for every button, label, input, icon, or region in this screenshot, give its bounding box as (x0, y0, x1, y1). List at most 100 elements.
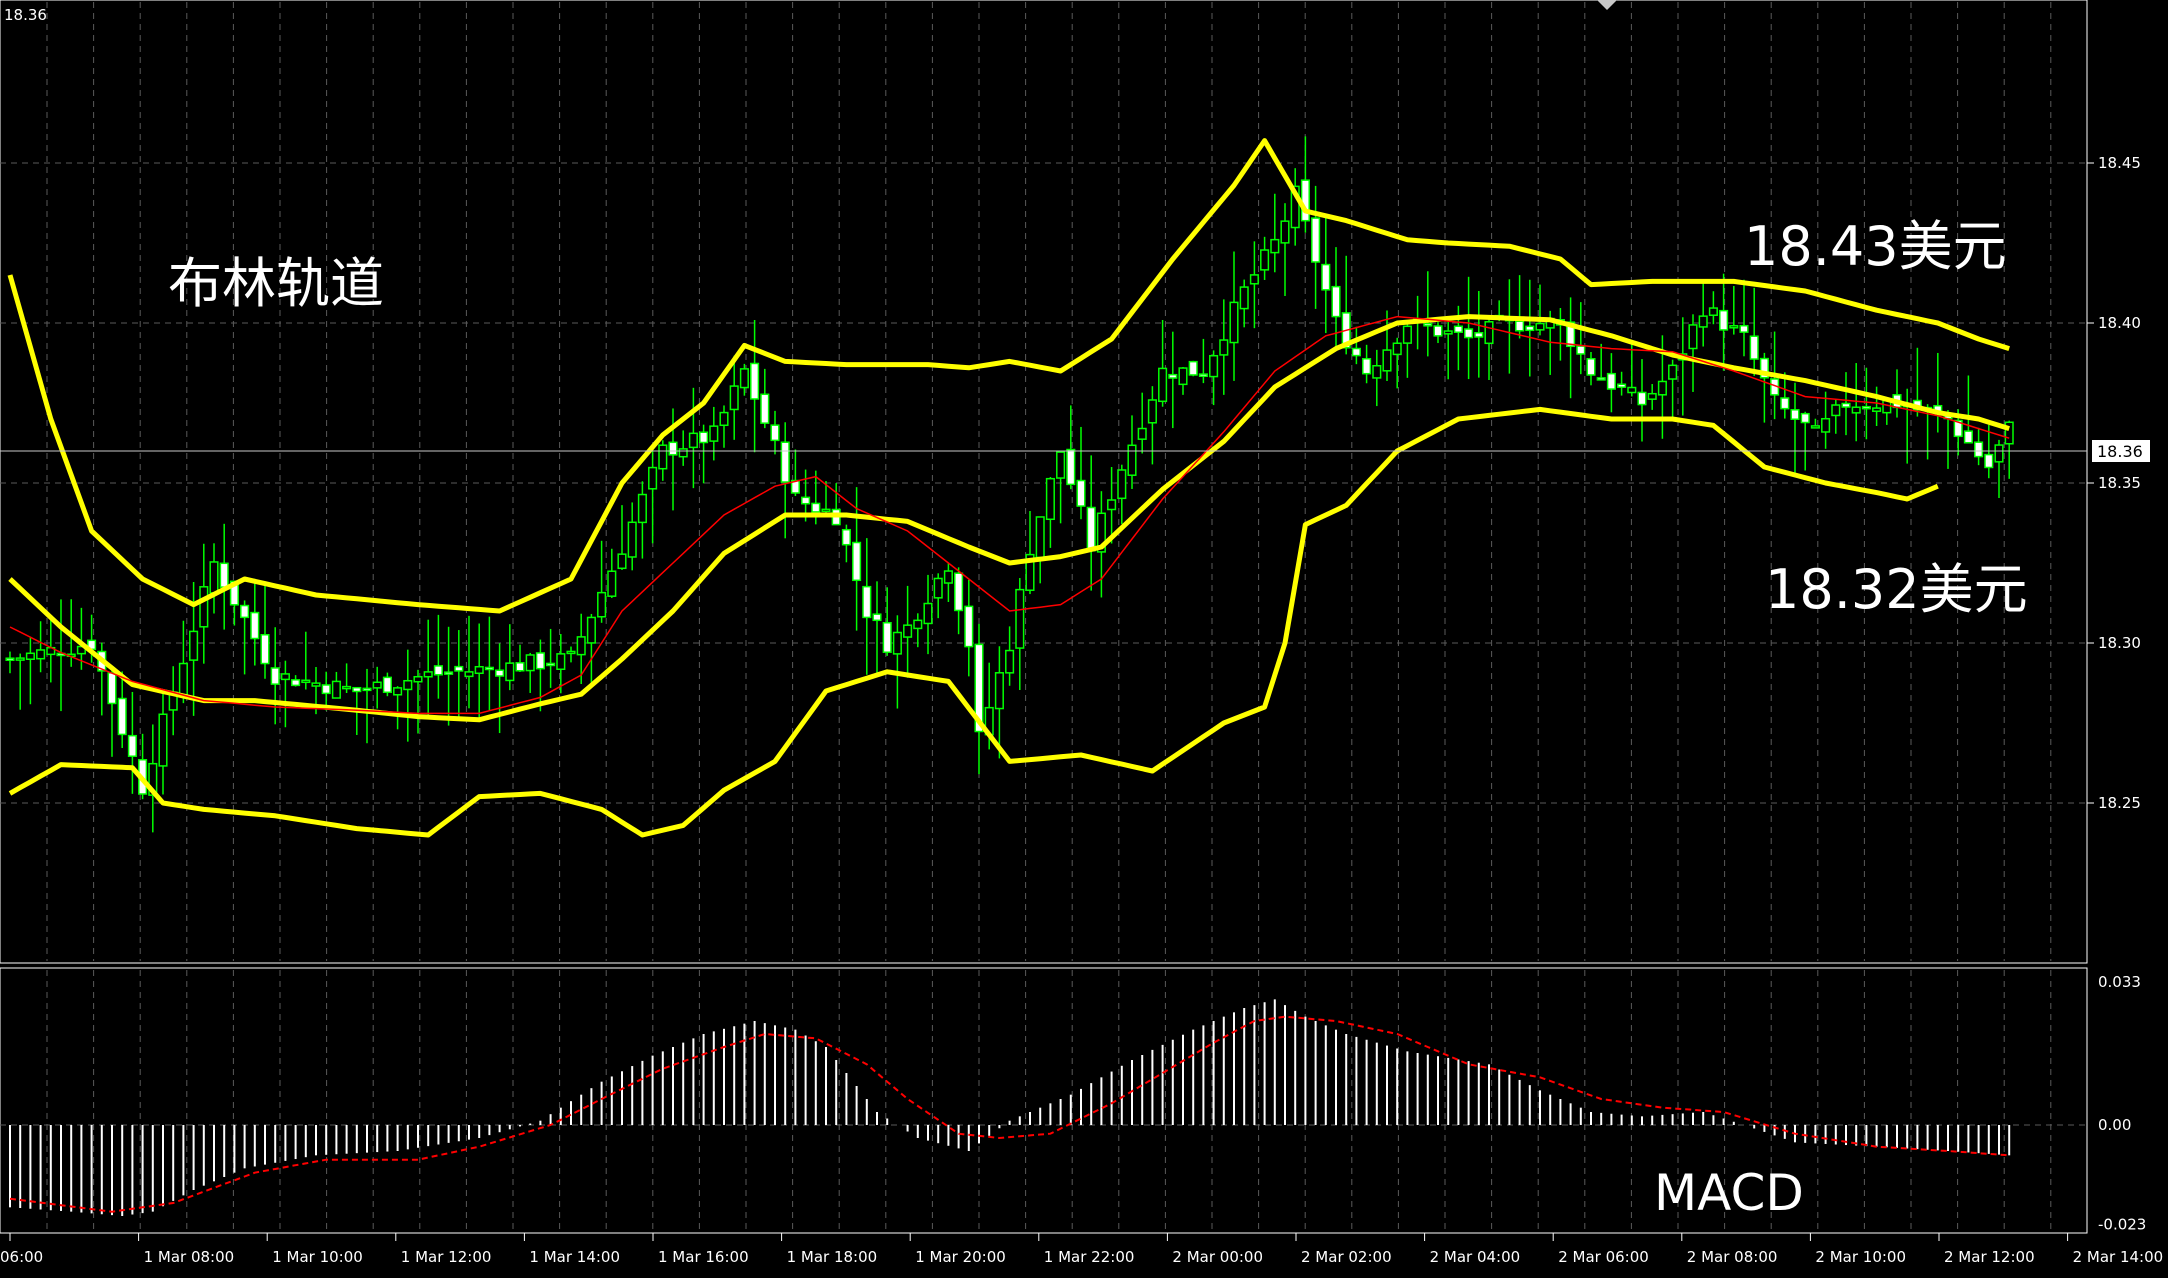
candle-body (688, 432, 698, 449)
candle-body (1984, 453, 1994, 469)
candle-body (699, 431, 709, 444)
candle-body (454, 665, 464, 672)
upper-price-annotation: 18.43美元 (1744, 215, 2007, 278)
candle-body (1443, 330, 1453, 335)
candle-body (1474, 332, 1484, 338)
price-tick-label: 18.25 (2098, 794, 2141, 812)
time-tick-label: 2 Mar 08:00 (1687, 1248, 1778, 1266)
candle-body (1647, 392, 1657, 400)
candle-body (1005, 649, 1015, 674)
price-tick-label: 18.35 (2098, 474, 2141, 492)
candle-body (199, 586, 209, 628)
candle-body (1586, 358, 1596, 376)
candle-body (117, 697, 127, 736)
candle-body (1453, 325, 1463, 333)
candle-body (1402, 325, 1412, 344)
candle-body (1035, 516, 1045, 559)
candle-body (444, 671, 454, 675)
candle-body (321, 684, 331, 695)
candle-body (1158, 367, 1168, 403)
candle-body (729, 385, 739, 411)
current-price-label: 18.36 (2097, 442, 2143, 461)
candle-body (1086, 506, 1096, 552)
candle-body (637, 493, 647, 524)
candle-body (1045, 477, 1055, 521)
candle-body (709, 425, 719, 442)
candle-body (331, 680, 341, 699)
candle-body (1362, 358, 1372, 375)
candle-body (158, 713, 168, 767)
candle-body (546, 662, 556, 667)
candle-body (1433, 325, 1443, 337)
candle-body (719, 411, 729, 427)
candle-body (1137, 427, 1147, 440)
candle-body (1372, 364, 1382, 379)
candle-body (1872, 407, 1882, 412)
time-tick-label: 1 Mar 08:00 (144, 1248, 235, 1266)
candle-body (1464, 328, 1474, 339)
candle-body (841, 528, 851, 546)
candle-body (1280, 220, 1290, 244)
candle-body (1657, 380, 1667, 396)
candle-body (617, 553, 627, 570)
candle-body (1382, 349, 1392, 372)
candle-body (597, 591, 607, 618)
candle-body (1351, 347, 1361, 357)
candle-body (1066, 448, 1076, 486)
candle-body (648, 466, 658, 490)
time-tick-label: 1 Mar 14:00 (529, 1248, 620, 1266)
candle-body (678, 448, 688, 458)
candle-body (260, 634, 270, 665)
candle-body (1188, 360, 1198, 376)
candle-body (760, 393, 770, 424)
candle-body (1168, 373, 1178, 379)
candle-body (1688, 324, 1698, 350)
candle-body (556, 653, 566, 671)
time-tick-label: 2 Mar 14:00 (2073, 1248, 2164, 1266)
candle-body (852, 541, 862, 582)
candle-body (1851, 406, 1861, 414)
price-tick-label: 18.30 (2098, 634, 2141, 652)
candle-body (525, 654, 535, 672)
candle-body (362, 687, 372, 692)
candle-body (1698, 315, 1708, 328)
candle-body (219, 562, 229, 588)
candle-body (382, 676, 392, 694)
candle-body (1994, 444, 2004, 463)
candle-body (1576, 345, 1586, 355)
candle-body (423, 671, 433, 678)
price-tick-label: 18.45 (2098, 154, 2141, 172)
candle-body (1249, 274, 1259, 285)
candle-body (576, 636, 586, 656)
candle-body (1719, 309, 1729, 331)
candle-body (994, 672, 1004, 710)
candle-body (209, 561, 219, 594)
candle-body (1178, 367, 1188, 386)
candle-body (1790, 409, 1800, 420)
candle-body (484, 666, 494, 671)
candle-body (882, 621, 892, 653)
candle-body (250, 611, 260, 640)
time-tick-label: 1 Mar 20:00 (915, 1248, 1006, 1266)
candle-body (515, 662, 525, 672)
candle-body (1841, 402, 1851, 408)
candle-body (1270, 238, 1280, 254)
candle-body (1780, 397, 1790, 410)
candle-body (127, 734, 137, 757)
candle-body (1617, 383, 1627, 388)
time-tick-label: 2 Mar 02:00 (1301, 1248, 1392, 1266)
candle-body (658, 444, 668, 470)
candle-body (1209, 354, 1219, 378)
candle-body (403, 679, 413, 691)
price-tick-label: 18.40 (2098, 314, 2141, 332)
candle-body (495, 669, 505, 677)
candle-body (291, 679, 301, 687)
macd-tick-label: -0.023 (2098, 1216, 2146, 1234)
current-price-marker: 18.36 (2092, 440, 2150, 462)
time-tick-label: 1 Mar 12:00 (401, 1248, 492, 1266)
bollinger-label: 布林轨道 (168, 252, 384, 315)
candle-body (15, 657, 25, 661)
candle-body (1107, 499, 1117, 511)
time-tick-label: 2 Mar 00:00 (1172, 1248, 1263, 1266)
candle-body (372, 681, 382, 689)
